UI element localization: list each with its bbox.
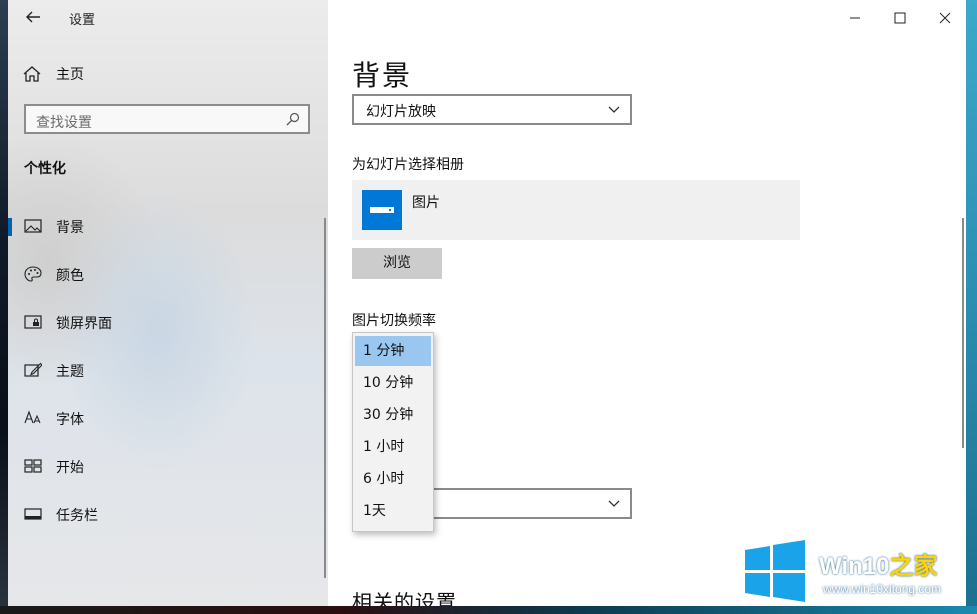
watermark: Win10之家 www.win10xitong.com [743, 540, 973, 604]
maximize-icon [894, 12, 906, 24]
album-name: 图片 [412, 195, 440, 211]
taskbar-icon [24, 508, 42, 520]
close-button[interactable] [922, 4, 966, 30]
sidebar-item-start[interactable]: 开始 [8, 450, 324, 482]
home-icon [23, 66, 41, 82]
palette-icon [24, 266, 42, 282]
interval-option[interactable]: 30 分钟 [355, 400, 431, 430]
nav-scrollbar[interactable] [324, 218, 326, 578]
sidebar-item-label: 背景 [56, 220, 84, 236]
search-placeholder: 查找设置 [36, 115, 92, 131]
background-type-dropdown[interactable]: 幻灯片放映 [352, 94, 632, 125]
nav-pane: 设置 主页 查找设置 个性化 背景 颜色 锁屏界面 主题 字体 开始 任务栏 [8, 0, 328, 606]
search-input[interactable]: 查找设置 [24, 104, 310, 134]
sidebar-item-label: 任务栏 [56, 508, 98, 524]
start-icon [24, 459, 42, 473]
interval-option[interactable]: 1 分钟 [355, 336, 431, 366]
sidebar-item-label: 锁屏界面 [56, 316, 112, 332]
picture-icon [24, 219, 42, 233]
watermark-url: www.win10xitong.com [823, 582, 942, 596]
album-item[interactable]: 图片 [352, 180, 800, 240]
nav-home[interactable]: 主页 [22, 64, 84, 84]
maximize-button[interactable] [877, 4, 923, 30]
sidebar-item-colors[interactable]: 颜色 [8, 258, 324, 290]
sidebar-item-label: 开始 [56, 460, 84, 476]
sidebar-item-label: 颜色 [56, 268, 84, 284]
content-scrollbar[interactable] [962, 218, 964, 448]
minimize-icon [850, 17, 860, 19]
settings-window: 设置 主页 查找设置 个性化 背景 颜色 锁屏界面 主题 字体 开始 任务栏 背… [8, 0, 966, 606]
folder-picture-icon [362, 190, 402, 230]
sidebar-item-label: 主题 [56, 364, 84, 380]
sidebar-item-fonts[interactable]: 字体 [8, 402, 324, 434]
browse-button[interactable]: 浏览 [352, 248, 442, 279]
sidebar-item-taskbar[interactable]: 任务栏 [8, 498, 324, 530]
interval-option[interactable]: 1天 [355, 496, 431, 526]
app-title: 设置 [69, 13, 96, 28]
chevron-down-icon [608, 106, 620, 113]
sidebar-item-background[interactable]: 背景 [8, 210, 324, 242]
related-settings-heading: 相关的设置 [352, 590, 457, 606]
interval-dropdown-list: 1 分钟 10 分钟 30 分钟 1 小时 6 小时 1天 [352, 332, 434, 532]
minimize-button[interactable] [832, 4, 878, 30]
sidebar-item-lock-screen[interactable]: 锁屏界面 [8, 306, 324, 338]
theme-icon [24, 362, 42, 377]
search-icon [286, 112, 300, 126]
desktop-right-edge [965, 0, 977, 614]
windows-logo-icon [745, 540, 805, 602]
interval-label: 图片切换频率 [352, 313, 436, 329]
page-title: 背景 [352, 59, 413, 92]
lock-screen-icon [24, 315, 42, 329]
interval-option[interactable]: 6 小时 [355, 464, 431, 494]
chevron-down-icon [608, 500, 620, 507]
background-type-value: 幻灯片放映 [366, 104, 436, 120]
back-arrow-icon [26, 11, 40, 23]
desktop-bottom-edge [0, 606, 977, 614]
sidebar-item-label: 字体 [56, 412, 84, 428]
selection-indicator [8, 218, 12, 236]
interval-option[interactable]: 10 分钟 [355, 368, 431, 398]
back-button[interactable] [22, 6, 44, 28]
nav-home-label: 主页 [56, 67, 84, 83]
interval-option[interactable]: 1 小时 [355, 432, 431, 462]
close-icon [939, 12, 951, 24]
album-label: 为幻灯片选择相册 [352, 157, 464, 173]
font-icon [24, 410, 41, 424]
nav-section-title: 个性化 [24, 161, 66, 177]
sidebar-item-themes[interactable]: 主题 [8, 354, 324, 386]
watermark-brand: Win10之家 [819, 553, 938, 580]
